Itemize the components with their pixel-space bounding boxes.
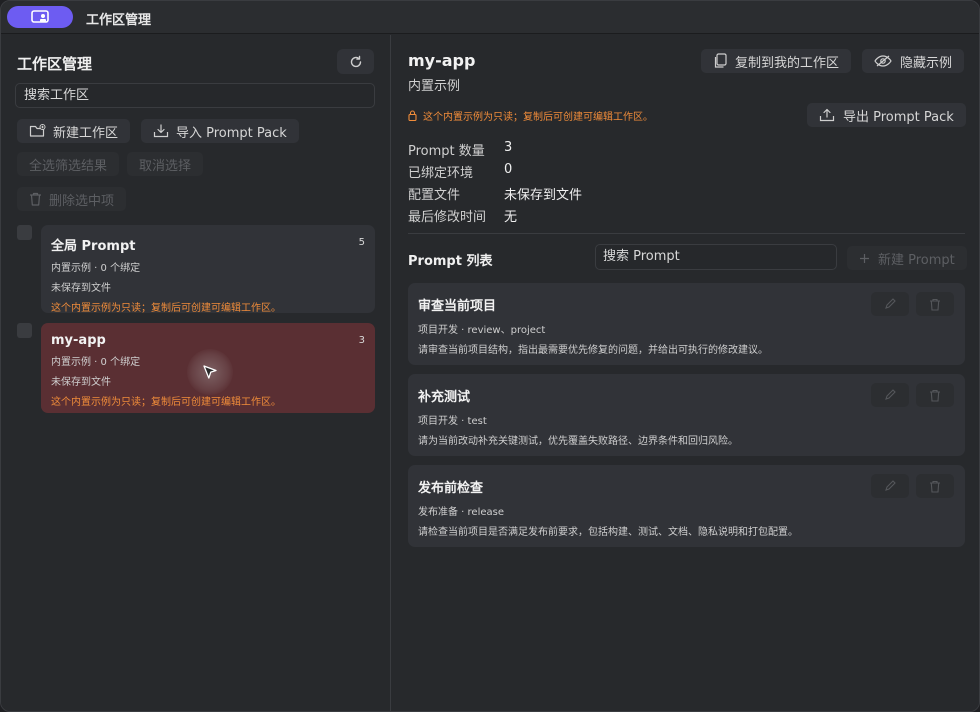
- cursor-arrow-icon: [203, 365, 217, 379]
- prompt-description: 请检查当前项目是否满足发布前要求，包括构建、测试、文档、隐私说明和打包配置。: [418, 527, 798, 538]
- prompt-card[interactable]: 审查当前项目 项目开发 · review、project 请审查当前项目结构，指…: [408, 283, 965, 365]
- prompt-card[interactable]: 发布前检查 发布准备 · release 请检查当前项目是否满足发布前要求，包括…: [408, 465, 965, 547]
- delete-prompt-button[interactable]: [916, 474, 954, 498]
- sidebar-title: 工作区管理: [17, 55, 93, 73]
- stat-label: Prompt 数量: [408, 144, 485, 159]
- delete-selected-button[interactable]: 删除选中项: [17, 187, 127, 211]
- app-window: 工作区管理 工作区管理 搜索工作区 新建工作区 导入 Prompt Pack 全…: [0, 0, 980, 712]
- prompt-list-title: Prompt 列表: [408, 254, 493, 269]
- workspace-sidebar: 工作区管理 搜索工作区 新建工作区 导入 Prompt Pack 全选筛选结果 …: [1, 35, 391, 711]
- workspace-name: my-app: [51, 333, 106, 348]
- workspace-app-button[interactable]: [7, 6, 73, 28]
- trash-icon: [930, 298, 940, 311]
- prompt-description: 请审查当前项目结构，指出最需要优先修复的问题，并给出可执行的修改建议。: [418, 345, 768, 356]
- readonly-notice: 这个内置示例为只读；复制后可创建可编辑工作区。: [408, 108, 653, 123]
- prompt-name: 审查当前项目: [418, 299, 497, 314]
- prompt-name: 发布前检查: [418, 481, 484, 496]
- workspace-search-input[interactable]: 搜索工作区: [15, 83, 375, 108]
- prompt-name: 补充测试: [418, 390, 471, 405]
- title-bar: 工作区管理: [1, 1, 979, 34]
- edit-prompt-button[interactable]: [871, 383, 909, 407]
- workspace-checkbox[interactable]: [17, 323, 32, 338]
- detail-title: my-app: [408, 51, 476, 70]
- workspace-prompt-count: 5: [358, 237, 365, 248]
- stat-last-modified: 最后修改时间 无: [408, 206, 517, 225]
- select-all-button[interactable]: 全选筛选结果: [17, 152, 120, 176]
- stat-config-file: 配置文件 未保存到文件: [408, 184, 582, 203]
- trash-icon: [30, 192, 41, 206]
- readonly-notice-text: 这个内置示例为只读；复制后可创建可编辑工作区。: [423, 112, 653, 123]
- prompt-tags: 发布准备 · release: [418, 507, 505, 518]
- workspace-prompt-count: 3: [358, 335, 365, 346]
- prompt-description: 请为当前改动补充关键测试，优先覆盖失败路径、边界条件和回归风险。: [418, 436, 738, 447]
- stat-prompt-count: Prompt 数量 3: [408, 140, 512, 159]
- hide-example-button[interactable]: 隐藏示例: [862, 49, 965, 73]
- export-pack-button[interactable]: 导出 Prompt Pack: [807, 103, 966, 127]
- detail-subtitle: 内置示例: [408, 79, 461, 94]
- cancel-select-button[interactable]: 取消选择: [127, 152, 204, 176]
- stat-label: 配置文件: [408, 188, 461, 203]
- new-prompt-button[interactable]: 新建 Prompt: [847, 246, 967, 270]
- workspace-readonly-warning: 这个内置示例为只读；复制后可创建可编辑工作区。: [51, 397, 281, 408]
- prompt-tags: 项目开发 · test: [418, 416, 487, 427]
- workspace-meta: 内置示例 · 0 个绑定: [51, 263, 141, 274]
- plus-icon: [860, 253, 869, 263]
- stat-value: 无: [504, 210, 518, 225]
- workspace-card-global[interactable]: 全局 Prompt 5 内置示例 · 0 个绑定 未保存到文件 这个内置示例为只…: [41, 225, 375, 314]
- stat-value: 0: [504, 162, 513, 177]
- workspace-readonly-warning: 这个内置示例为只读；复制后可创建可编辑工作区。: [51, 303, 281, 314]
- trash-icon: [930, 389, 940, 402]
- trash-icon: [930, 480, 940, 493]
- workspace-file-status: 未保存到文件: [51, 283, 111, 294]
- stat-label: 最后修改时间: [408, 210, 487, 225]
- stat-label: 已绑定环境: [408, 166, 474, 181]
- pencil-icon: [885, 298, 896, 309]
- workspace-name: 全局 Prompt: [51, 239, 136, 254]
- copy-to-workspace-button[interactable]: 复制到我的工作区: [701, 49, 852, 73]
- workspace-checkbox[interactable]: [17, 225, 32, 240]
- workspace-detail: my-app 内置示例 复制到我的工作区 隐藏示例 这个内置示例为只读；复制后可…: [392, 35, 979, 711]
- import-icon: [153, 124, 169, 138]
- stat-bound-envs: 已绑定环境 0: [408, 162, 512, 181]
- delete-prompt-button[interactable]: [916, 383, 954, 407]
- import-pack-button[interactable]: 导入 Prompt Pack: [141, 119, 299, 143]
- section-divider: [408, 233, 965, 234]
- stat-value: 3: [504, 140, 513, 155]
- stat-value: 未保存到文件: [504, 188, 583, 203]
- cancel-select-label: 取消选择: [139, 158, 192, 174]
- mouse-cursor: [187, 349, 233, 395]
- lock-icon: [408, 110, 417, 121]
- eye-off-icon: [874, 55, 892, 67]
- prompt-tags: 项目开发 · review、project: [418, 325, 546, 336]
- new-workspace-button[interactable]: 新建工作区: [17, 119, 131, 143]
- delete-selected-label: 删除选中项: [49, 193, 115, 209]
- refresh-icon: [350, 55, 361, 67]
- export-icon: [819, 108, 835, 122]
- new-workspace-label: 新建工作区: [53, 125, 119, 141]
- edit-prompt-button[interactable]: [871, 474, 909, 498]
- export-pack-label: 导出 Prompt Pack: [843, 109, 954, 125]
- new-prompt-label: 新建 Prompt: [878, 252, 955, 268]
- import-pack-label: 导入 Prompt Pack: [176, 125, 287, 141]
- pencil-icon: [885, 480, 896, 491]
- window-title: 工作区管理: [86, 13, 152, 28]
- folder-add-icon: [29, 124, 46, 137]
- prompt-search-input[interactable]: 搜索 Prompt: [595, 244, 837, 270]
- copy-to-workspace-label: 复制到我的工作区: [735, 55, 840, 71]
- select-all-label: 全选筛选结果: [29, 158, 108, 174]
- delete-prompt-button[interactable]: [916, 292, 954, 316]
- pencil-icon: [885, 389, 896, 400]
- edit-prompt-button[interactable]: [871, 292, 909, 316]
- hide-example-label: 隐藏示例: [900, 55, 953, 71]
- refresh-button[interactable]: [337, 49, 374, 74]
- copy-icon: [714, 53, 727, 68]
- prompt-card[interactable]: 补充测试 项目开发 · test 请为当前改动补充关键测试，优先覆盖失败路径、边…: [408, 374, 965, 456]
- workspace-app-icon: [31, 10, 49, 23]
